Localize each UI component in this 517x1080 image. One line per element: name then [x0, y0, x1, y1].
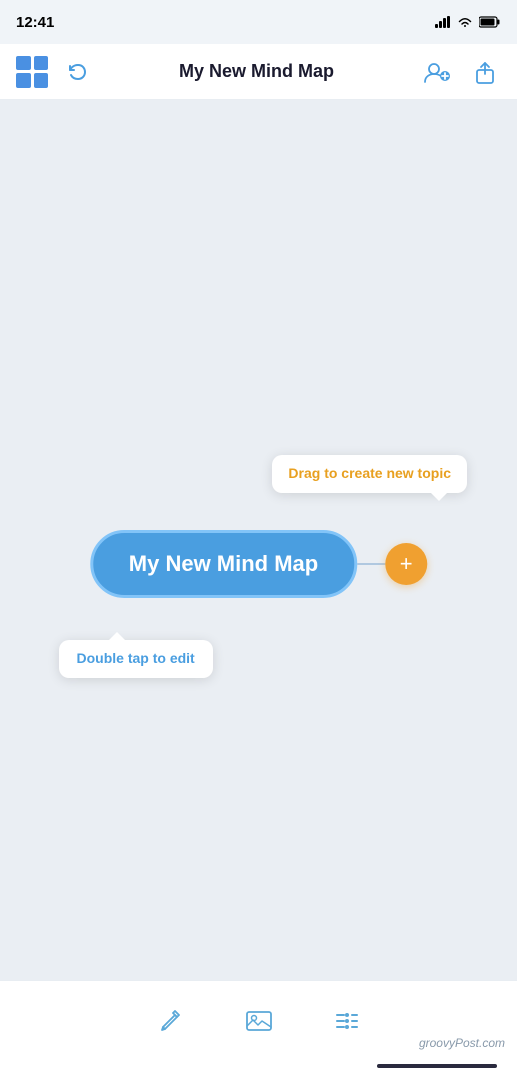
menu-tool-button[interactable] [327, 1001, 367, 1041]
undo-button[interactable] [60, 56, 92, 88]
home-indicator-bar [377, 1064, 497, 1068]
signal-icon [435, 16, 451, 28]
drag-tooltip-text: Drag to create new topic [288, 465, 451, 481]
mindmap-node[interactable]: My New Mind Map [90, 530, 357, 598]
image-tool-button[interactable] [239, 1001, 279, 1041]
edit-tooltip: Double tap to edit [59, 640, 213, 678]
menu-icon [333, 1007, 361, 1035]
wifi-icon [457, 16, 473, 28]
nav-right [421, 56, 501, 88]
status-time: 12:41 [16, 14, 54, 31]
plus-icon: + [400, 553, 413, 575]
drag-tooltip: Drag to create new topic [272, 455, 467, 493]
watermark: groovyPost.com [419, 1036, 505, 1050]
grid-icon[interactable] [16, 56, 48, 88]
canvas-area[interactable]: Drag to create new topic My New Mind Map… [0, 100, 517, 980]
edit-tooltip-text: Double tap to edit [77, 650, 195, 666]
image-icon [244, 1007, 274, 1035]
bottom-toolbar [0, 980, 517, 1080]
status-bar: 12:41 [0, 0, 517, 44]
home-indicator [0, 1052, 517, 1080]
mindmap-container: My New Mind Map + [90, 530, 427, 598]
add-collaborator-button[interactable] [421, 56, 453, 88]
mindmap-node-label: My New Mind Map [129, 551, 318, 576]
status-icons [435, 16, 501, 28]
nav-bar: My New Mind Map [0, 44, 517, 100]
pen-tool-button[interactable] [151, 1001, 191, 1041]
battery-icon [479, 16, 501, 28]
page-title: My New Mind Map [92, 61, 421, 82]
share-button[interactable] [469, 56, 501, 88]
connector-line [357, 563, 385, 565]
pen-icon [157, 1007, 185, 1035]
add-topic-button[interactable]: + [385, 543, 427, 585]
nav-left [16, 56, 92, 88]
